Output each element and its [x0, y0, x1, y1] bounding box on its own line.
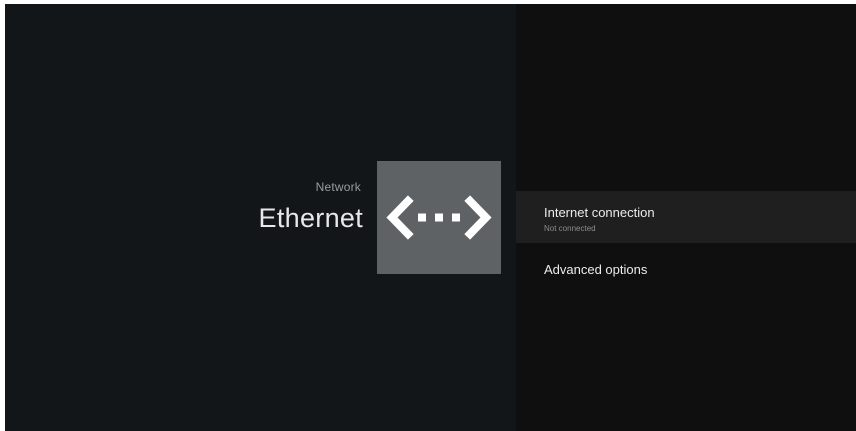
- ethernet-icon: [386, 195, 492, 240]
- internet-connection-item[interactable]: Internet connection Not connected: [516, 191, 856, 243]
- advanced-options-label: Advanced options: [544, 262, 648, 277]
- internet-connection-label: Internet connection: [544, 205, 655, 220]
- settings-screen: Network Ethernet Internet connection Not…: [5, 4, 856, 431]
- breadcrumb: Network: [315, 180, 361, 194]
- page-title: Ethernet: [258, 203, 363, 233]
- advanced-options-item[interactable]: Advanced options: [516, 256, 856, 286]
- header-pane: Network Ethernet: [5, 4, 516, 431]
- internet-connection-status: Not connected: [544, 224, 596, 233]
- menu-pane: Internet connection Not connected Advanc…: [516, 4, 856, 431]
- ethernet-icon-tile: [377, 161, 501, 274]
